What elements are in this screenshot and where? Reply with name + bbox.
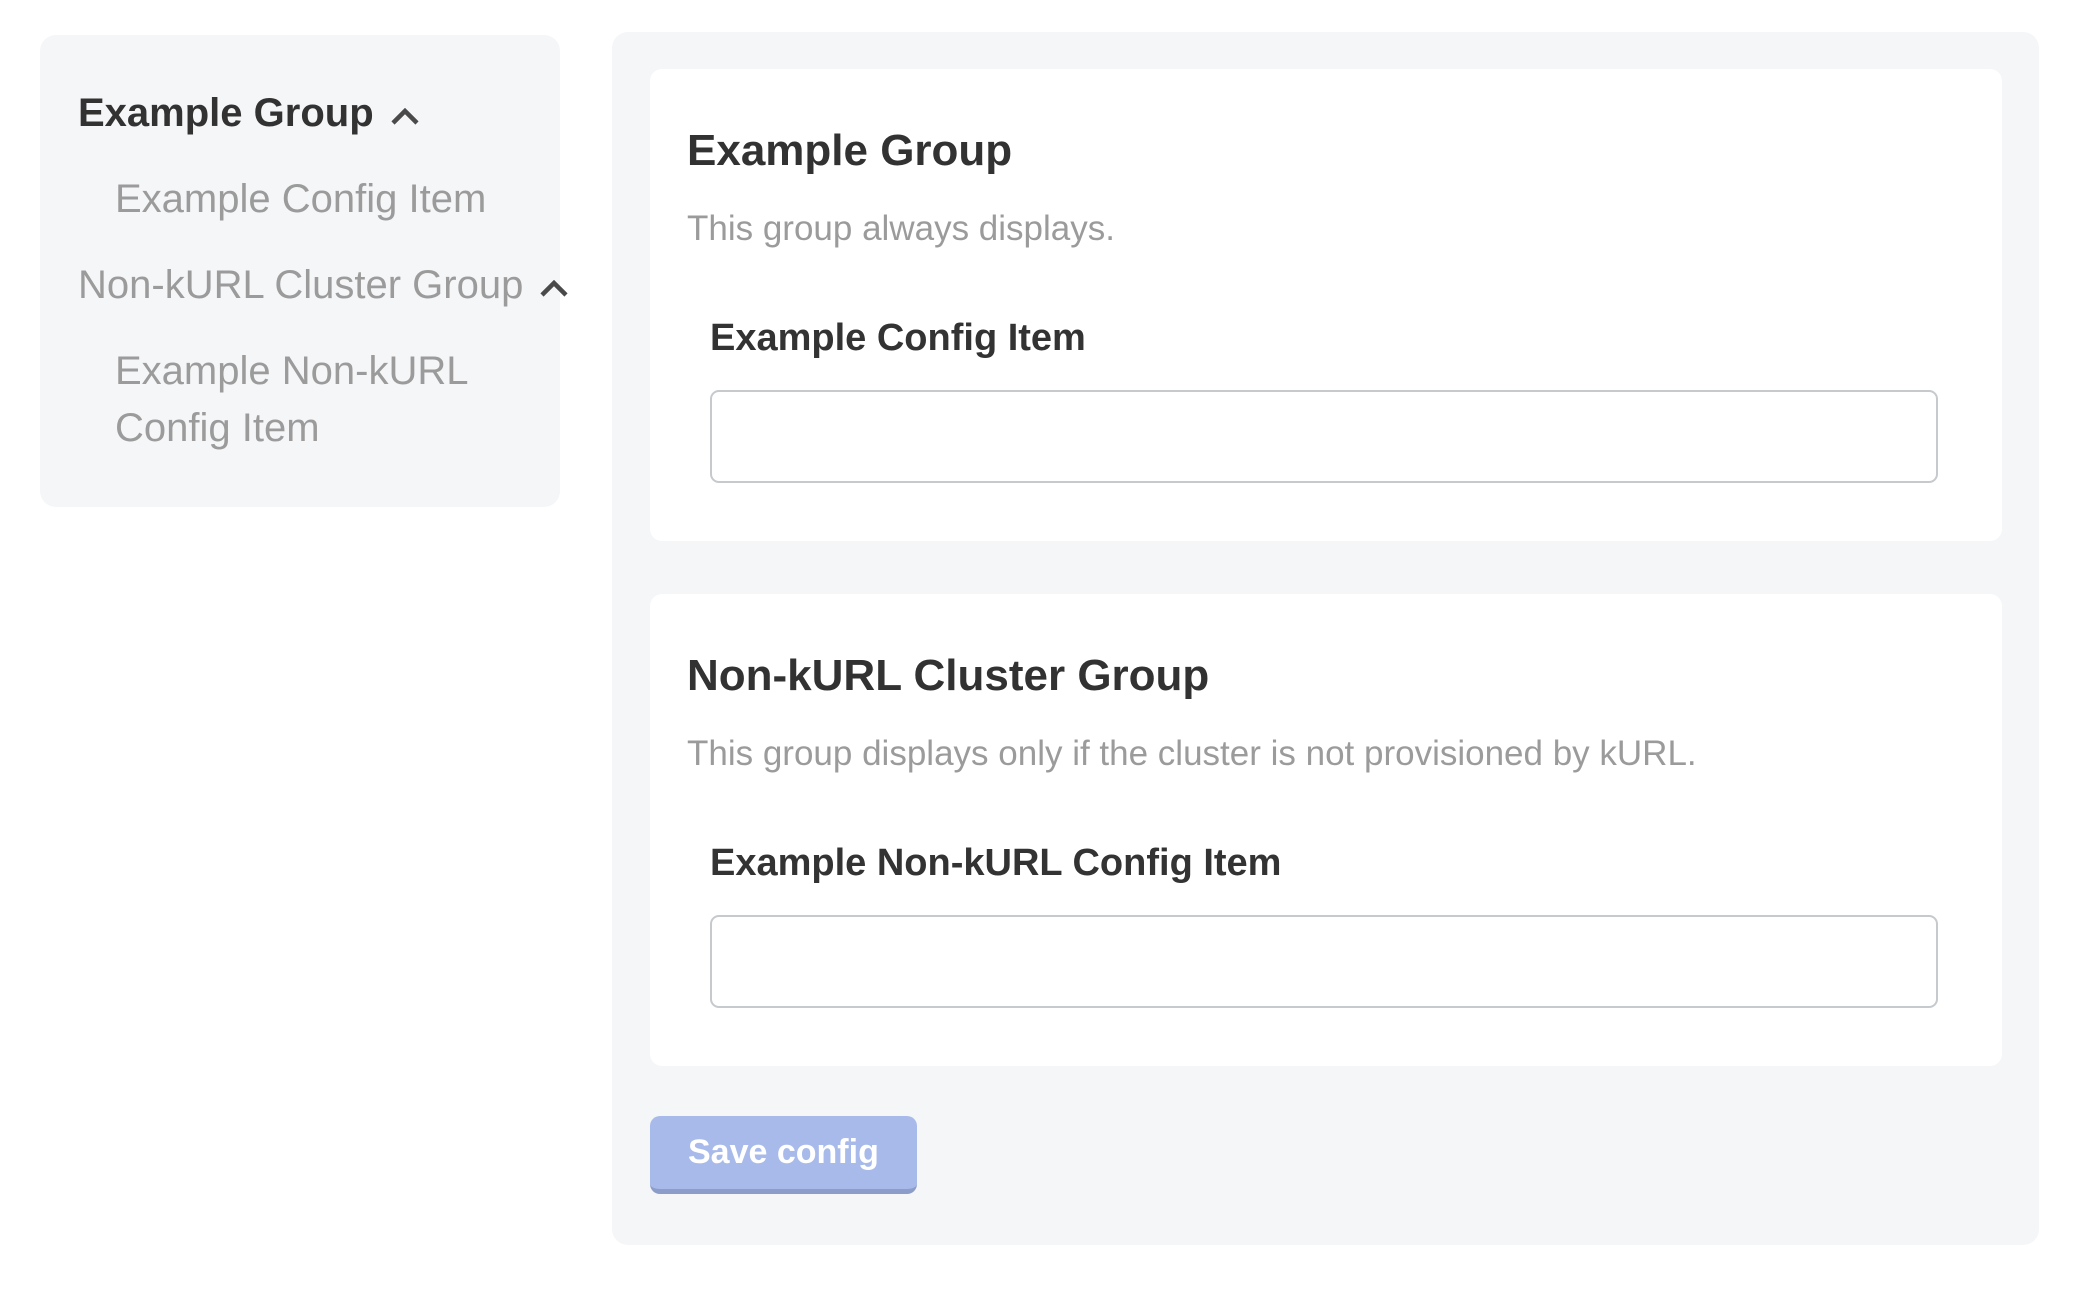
group-description: This group always displays. [687, 208, 1965, 250]
config-item-input-example-non-kurl-config-item[interactable] [710, 915, 1938, 1008]
config-item-label: Example Config Item [710, 315, 1938, 361]
sidebar-item-example-config-item[interactable]: Example Config Item [78, 171, 530, 228]
config-nav-sidebar: Example Group Example Config Item Non-kU… [40, 35, 560, 507]
config-group-card-non-kurl-cluster-group: Non-kURL Cluster Group This group displa… [650, 594, 2002, 1066]
chevron-up-icon [390, 85, 420, 142]
config-page: { "colors": { "panel_background": "#f5f6… [0, 0, 2084, 1302]
config-item: Example Config Item [710, 315, 1938, 483]
sidebar-group-toggle-example-group[interactable]: Example Group [78, 85, 530, 142]
sidebar-item-example-non-kurl-config-item[interactable]: Example Non-kURL Config Item [78, 343, 530, 457]
sidebar-group-toggle-non-kurl-cluster-group[interactable]: Non-kURL Cluster Group [78, 257, 530, 314]
config-item-label: Example Non-kURL Config Item [710, 840, 1938, 886]
save-config-button[interactable]: Save config [650, 1116, 917, 1194]
sidebar-group-example-group: Example Group Example Config Item [78, 85, 530, 228]
sidebar-group-label: Non-kURL Cluster Group [78, 257, 523, 314]
group-title: Non-kURL Cluster Group [687, 650, 1965, 702]
config-panel: Example Group This group always displays… [612, 32, 2039, 1245]
sidebar-group-label: Example Group [78, 85, 374, 142]
group-description: This group displays only if the cluster … [687, 733, 1965, 775]
chevron-up-icon [539, 257, 569, 314]
config-group-card-example-group: Example Group This group always displays… [650, 69, 2002, 541]
sidebar-group-non-kurl-cluster-group: Non-kURL Cluster Group Example Non-kURL … [78, 257, 530, 457]
config-item: Example Non-kURL Config Item [710, 840, 1938, 1008]
save-row: Save config [650, 1116, 2002, 1194]
config-item-input-example-config-item[interactable] [710, 390, 1938, 483]
group-title: Example Group [687, 125, 1965, 177]
